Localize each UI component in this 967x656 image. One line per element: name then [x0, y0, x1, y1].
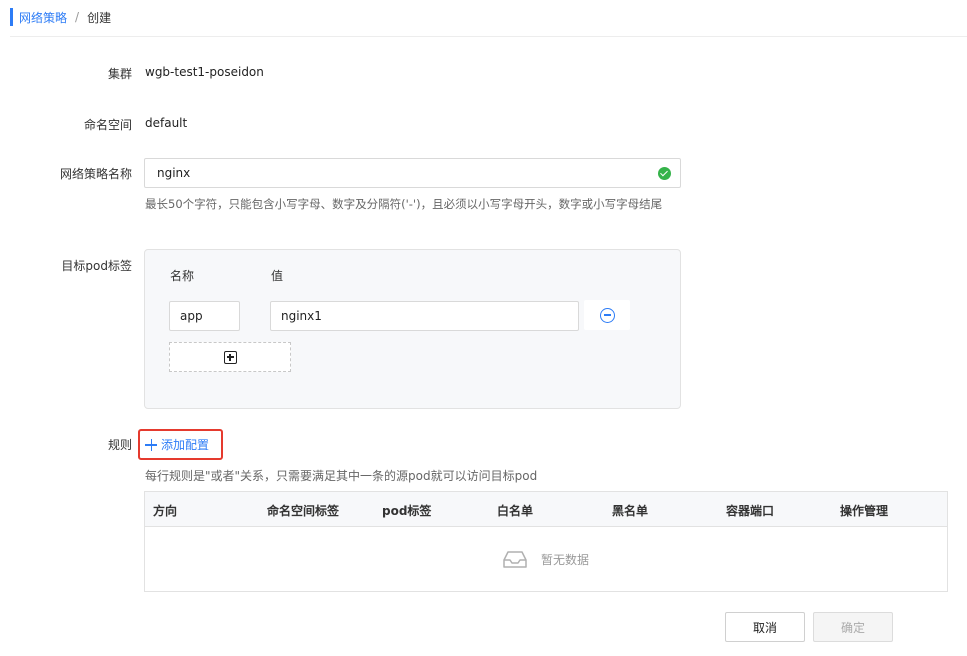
column-namespace-labels: 命名空间标签	[267, 504, 340, 518]
empty-state: 暂无数据	[145, 527, 947, 591]
pod-labels-label: 目标pod标签	[61, 259, 132, 273]
breadcrumb-separator: /	[75, 10, 80, 24]
column-operations: 操作管理	[840, 504, 889, 518]
cluster-value: wgb-test1-poseidon	[145, 65, 264, 79]
column-blacklist: 黑名单	[612, 504, 649, 518]
column-whitelist: 白名单	[497, 504, 534, 518]
namespace-label: 命名空间	[83, 118, 132, 132]
rules-label: 规则	[107, 438, 132, 452]
policy-name-hint: 最长50个字符，只能包含小写字母、数字及分隔符('-')，且必须以小写字母开头，…	[145, 197, 663, 211]
confirm-button[interactable]: 确定	[813, 612, 893, 642]
add-label-button[interactable]	[169, 342, 291, 372]
column-container-port: 容器端口	[726, 504, 775, 518]
empty-text: 暂无数据	[540, 552, 589, 567]
check-circle-icon	[658, 167, 671, 180]
breadcrumb-network-policy-link[interactable]: 网络策略	[19, 9, 67, 26]
policy-name-input[interactable]	[144, 158, 681, 188]
remove-label-button[interactable]	[584, 300, 630, 330]
cancel-button[interactable]: 取消	[725, 612, 805, 642]
breadcrumb: 网络策略 / 创建	[10, 8, 111, 26]
pod-label-value-header: 值	[271, 269, 284, 283]
pod-label-name-header: 名称	[170, 269, 195, 283]
rules-table: 方向 命名空间标签 pod标签 白名单 黑名单 容器端口 操作管理 暂无数据	[144, 491, 948, 592]
plus-square-icon	[223, 350, 237, 364]
column-pod-labels: pod标签	[382, 504, 432, 518]
rules-table-header: 方向 命名空间标签 pod标签 白名单 黑名单 容器端口 操作管理	[145, 492, 947, 527]
empty-inbox-icon	[503, 551, 527, 568]
cluster-label: 集群	[107, 67, 132, 81]
minus-circle-icon	[599, 307, 615, 323]
pod-label-value-input[interactable]	[270, 301, 579, 331]
policy-name-label: 网络策略名称	[59, 167, 132, 181]
pod-label-key-input[interactable]	[169, 301, 240, 331]
namespace-value: default	[145, 116, 188, 130]
plus-icon	[145, 438, 157, 451]
breadcrumb-current: 创建	[87, 10, 112, 25]
rules-hint: 每行规则是"或者"关系，只需要满足其中一条的源pod就可以访问目标pod	[145, 469, 538, 483]
column-direction: 方向	[153, 504, 178, 518]
header-divider	[10, 36, 967, 37]
add-config-label: 添加配置	[161, 438, 210, 452]
add-config-button[interactable]: 添加配置	[138, 429, 223, 460]
